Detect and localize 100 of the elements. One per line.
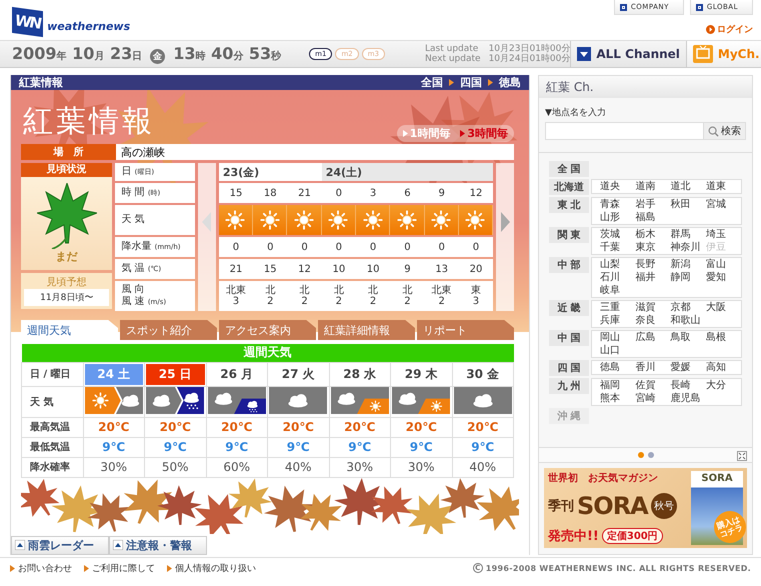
prefecture-link[interactable]: 三重 [600, 301, 636, 314]
prefecture-link[interactable]: 山形 [600, 211, 636, 224]
region-button[interactable]: 四 国 [549, 360, 589, 376]
region-button[interactable]: 全 国 [549, 161, 589, 177]
temp-cell: 15 [253, 259, 288, 279]
prefecture-link[interactable]: 鳥取 [670, 331, 706, 344]
region-button[interactable]: 中 国 [549, 330, 589, 346]
prefecture-link[interactable]: 兵庫 [600, 314, 636, 327]
region-button[interactable]: 関 東 [549, 227, 589, 243]
prefecture-link[interactable]: 京都 [670, 301, 706, 314]
prefecture-link[interactable]: 千葉 [600, 241, 636, 254]
region-button[interactable]: 近 畿 [549, 300, 589, 316]
logo-text[interactable]: weathernews [47, 20, 130, 32]
footer-link[interactable]: ご利用に際して [84, 562, 155, 574]
prefecture-link[interactable]: 群馬 [670, 228, 706, 241]
prefecture-link[interactable]: 岐阜 [600, 284, 636, 297]
prefecture-link[interactable]: 秋田 [670, 198, 706, 211]
prefecture-link[interactable]: 富山 [706, 258, 741, 271]
prefecture-link[interactable]: 石川 [600, 271, 636, 284]
temp-cell: 10 [322, 259, 356, 279]
sun-icon [223, 208, 248, 232]
prefecture-link[interactable]: 道北 [670, 180, 706, 193]
prefecture-link[interactable]: 佐賀 [635, 379, 670, 392]
prefecture-link[interactable]: 愛媛 [670, 361, 706, 374]
carousel-dot[interactable] [648, 452, 654, 458]
bottom-link[interactable]: 雨雲レーダー [11, 536, 109, 554]
login-link[interactable]: ログイン [706, 23, 753, 36]
prefecture-link[interactable]: 広島 [635, 331, 670, 344]
prefecture-link[interactable]: 長野 [635, 258, 670, 271]
region-button[interactable]: 中 部 [549, 257, 589, 273]
right-arrow-icon[interactable] [500, 212, 510, 232]
prefecture-link[interactable]: 滋賀 [635, 301, 670, 314]
prefecture-link[interactable]: 宮城 [706, 198, 741, 211]
page-heading: 紅葉情報 [22, 103, 155, 141]
region-button[interactable]: 東 北 [549, 197, 589, 213]
prefecture-link[interactable]: 道央 [600, 180, 636, 193]
date-cell-text: 29 木 [404, 366, 439, 382]
update-time: 10月23日01時00分 [488, 44, 570, 54]
rain-chance-cell: 30% [390, 457, 452, 477]
hour-cell: 15 [218, 183, 254, 203]
precip-cell: 0 [287, 237, 322, 257]
carousel-dot[interactable] [638, 452, 644, 458]
chevron-icon [402, 130, 408, 137]
footer-link[interactable]: お問い合わせ [10, 562, 72, 574]
sun-icon [326, 208, 350, 232]
prefecture-link[interactable]: 道東 [706, 180, 741, 193]
date-cell-text: 30 金 [465, 366, 500, 382]
prefecture-link[interactable]: 青森 [600, 198, 636, 211]
prefecture-link[interactable]: 奈良 [635, 314, 670, 327]
weather-icon [454, 386, 512, 414]
prefecture-link[interactable]: 和歌山 [670, 314, 706, 327]
date-cell: 25 日 [146, 364, 204, 384]
prefecture-link[interactable]: 福岡 [600, 379, 636, 392]
prefecture-link[interactable]: 愛知 [706, 271, 741, 284]
expand-icon[interactable] [737, 451, 747, 461]
prefecture-link[interactable]: 山口 [600, 344, 636, 357]
prefecture-link[interactable]: 大阪 [706, 301, 741, 314]
low-temp-cell: 9℃ [390, 437, 452, 457]
prefecture-link[interactable]: 静岡 [670, 271, 706, 284]
region-button[interactable]: 北海道 [549, 179, 589, 195]
low-temp-cell: 9℃ [452, 437, 514, 457]
search-button[interactable]: 検索 [703, 123, 745, 139]
breadcrumb-link[interactable]: 四国 [460, 75, 482, 90]
search-field[interactable]: 検索 [545, 122, 746, 140]
prefecture-link[interactable]: 岡山 [600, 331, 636, 344]
sun-icon [258, 208, 282, 232]
sun-icon [429, 208, 454, 232]
prefecture-link[interactable]: 熊本 [600, 392, 636, 405]
prefecture-link[interactable]: 徳島 [600, 361, 636, 374]
prefecture-link[interactable]: 福島 [635, 211, 670, 224]
prefecture-link[interactable]: 東京 [635, 241, 670, 254]
prefecture-link[interactable]: 高知 [706, 361, 741, 374]
prefecture-link[interactable]: 島根 [706, 331, 741, 344]
weather-icon [392, 386, 450, 414]
forecast-label: 見頃予想 [46, 276, 87, 289]
channel-tab[interactable]: ALL Channel [570, 41, 686, 67]
high-temp-cell: 20℃ [83, 417, 144, 437]
prefecture-link[interactable]: 宮崎 [635, 392, 670, 405]
prefecture-link[interactable]: 神奈川 [670, 241, 706, 254]
footer-link[interactable]: 個人情報の取り扱い [167, 562, 256, 574]
bottom-link[interactable]: 注意報・警報 [109, 536, 207, 554]
prefecture-link[interactable]: 新潟 [670, 258, 706, 271]
prefecture-link[interactable]: 茨城 [600, 228, 636, 241]
prefecture-link[interactable]: 岩手 [635, 198, 670, 211]
region-button[interactable]: 九 州 [549, 378, 589, 394]
prefecture-link[interactable]: 栃木 [635, 228, 670, 241]
prefecture-link[interactable]: 福井 [635, 271, 670, 284]
prefecture-link[interactable]: 埼玉 [706, 228, 741, 241]
logo-mark[interactable]: WN [12, 6, 44, 38]
prefecture-link[interactable]: 鹿児島 [670, 392, 706, 405]
prefecture-link[interactable]: 大分 [706, 379, 741, 392]
prefecture-link[interactable]: 長崎 [670, 379, 706, 392]
prefecture-link[interactable]: 道南 [635, 180, 670, 193]
prefecture-link[interactable]: 山梨 [600, 258, 636, 271]
place-label: 場 所 [21, 144, 116, 160]
breadcrumb-link[interactable]: 全国 [421, 75, 443, 90]
breadcrumb-link[interactable]: 徳島 [499, 75, 521, 90]
weather-icon [84, 386, 143, 414]
precip-cell: 0 [356, 237, 390, 257]
prefecture-link[interactable]: 香川 [635, 361, 670, 374]
